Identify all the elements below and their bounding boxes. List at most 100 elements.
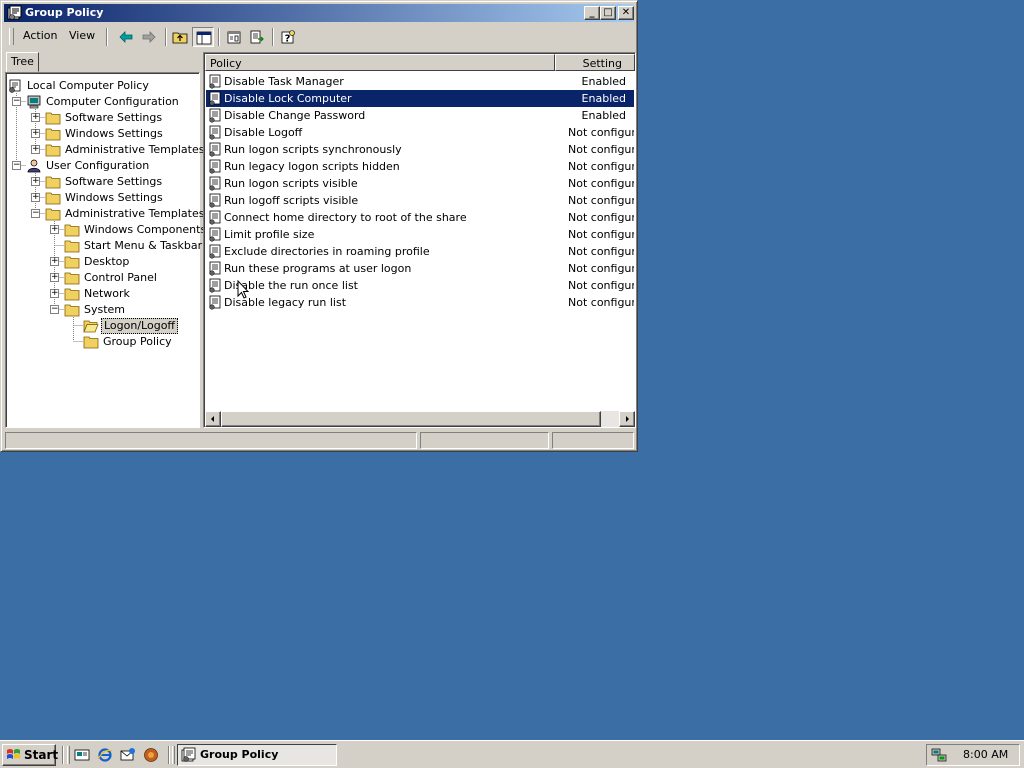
tree-item-system[interactable]: − System (6, 302, 196, 318)
policy-setting-value: Not configured (568, 296, 634, 309)
help-icon: ? (281, 30, 295, 45)
tree-item-group-policy[interactable]: Group Policy (6, 334, 196, 350)
tree-item-uc-windows-settings[interactable]: + Windows Settings (6, 190, 196, 206)
group-policy-icon (181, 747, 196, 762)
expand-toggle[interactable]: + (50, 289, 59, 298)
tree-item-control-panel[interactable]: + Control Panel (6, 270, 196, 286)
policy-row[interactable]: Limit profile size Not configured (206, 226, 634, 243)
collapse-toggle[interactable]: − (50, 305, 59, 314)
policy-setting-value: Enabled (581, 92, 626, 105)
policy-row[interactable]: Run logon scripts visible Not configured (206, 175, 634, 192)
maximize-button[interactable]: □ (600, 6, 616, 20)
group-policy-icon (7, 5, 22, 20)
up-one-level-button[interactable] (169, 27, 191, 47)
expand-toggle[interactable]: + (31, 129, 40, 138)
tree-item-cc-software-settings[interactable]: + Software Settings (6, 110, 196, 126)
group-policy-window: Group Policy _ □ ✕ Action View ? Tree Lo… (0, 0, 638, 452)
tree-item-start-menu-taskbar[interactable]: Start Menu & Taskbar (6, 238, 202, 254)
horizontal-scrollbar[interactable] (205, 411, 635, 427)
policy-row[interactable]: Connect home directory to root of the sh… (206, 209, 634, 226)
quicklaunch-grip[interactable] (67, 746, 70, 764)
left-arrow-icon (211, 416, 214, 422)
toolbar-separator (165, 28, 167, 46)
policy-row[interactable]: Run legacy logon scripts hidden Not confi… (206, 158, 634, 175)
collapse-toggle[interactable]: − (12, 161, 21, 170)
policy-row[interactable]: Run these programs at user logon Not conf… (206, 260, 634, 277)
collapse-toggle[interactable]: − (31, 209, 40, 218)
policy-setting-value: Enabled (581, 75, 626, 88)
policy-row[interactable]: Exclude directories in roaming profile No… (206, 243, 634, 260)
policy-row[interactable]: Run logoff scripts visible Not configured (206, 192, 634, 209)
tree-item-cc-administrative-templates[interactable]: + Administrative Templates (6, 142, 205, 158)
policy-row[interactable]: Disable Change Password Enabled (206, 107, 634, 124)
policy-row[interactable]: Disable Logoff Not configured (206, 124, 634, 141)
tree-item-cc-windows-settings[interactable]: + Windows Settings (6, 126, 196, 142)
taskbar-separator (168, 746, 170, 764)
policy-name: Run logon scripts synchronously (224, 143, 402, 156)
expand-toggle[interactable]: + (31, 177, 40, 186)
tree-item-uc-administrative-templates[interactable]: − Administrative Templates (6, 206, 205, 222)
folder-icon (64, 224, 80, 237)
tree-item-logon-logoff[interactable]: Logon/Logoff (6, 318, 196, 334)
expand-toggle[interactable]: + (31, 113, 40, 122)
minimize-button[interactable]: _ (584, 6, 600, 20)
tree-item-desktop[interactable]: + Desktop (6, 254, 196, 270)
show-hide-tree-button[interactable] (192, 27, 214, 47)
collapse-toggle[interactable]: − (12, 97, 21, 106)
help-button[interactable]: ? (277, 27, 299, 47)
policy-name: Disable Logoff (224, 126, 303, 139)
title-bar[interactable]: Group Policy _ □ ✕ (4, 4, 634, 22)
scroll-left-button[interactable] (205, 411, 221, 427)
policy-row[interactable]: Run logon scripts synchronously Not confi… (206, 141, 634, 158)
policy-row[interactable]: Disable the run once listNot configured (206, 277, 634, 294)
policy-setting-value: Not configured (568, 177, 634, 190)
forward-button[interactable] (138, 27, 160, 47)
policy-scroll-icon (9, 79, 21, 93)
tree-item-windows-components[interactable]: + Windows Components (6, 222, 206, 238)
policy-name: Disable Task Manager (224, 75, 344, 88)
policy-name: Connect home directory to root of the sh… (224, 211, 467, 224)
outlook-express-icon[interactable] (120, 747, 136, 763)
taskbar-grip[interactable] (172, 746, 175, 764)
tree-item-computer-configuration[interactable]: − Computer Configuration (6, 94, 196, 110)
media-player-icon[interactable] (143, 747, 159, 763)
task-button-group-policy[interactable]: Group Policy (177, 744, 337, 766)
folder-icon (64, 272, 80, 285)
tree-label-selected: Logon/Logoff (101, 318, 179, 334)
policy-name: Limit profile size (224, 228, 315, 241)
tree-item-network[interactable]: + Network (6, 286, 196, 302)
policy-row[interactable]: Disable Task Manager Enabled (206, 73, 634, 90)
user-icon (27, 159, 41, 173)
close-button[interactable]: ✕ (618, 6, 634, 20)
export-list-button[interactable] (246, 27, 268, 47)
toolbar-grip[interactable] (9, 28, 14, 45)
back-button[interactable] (115, 27, 137, 47)
policy-setting-value: Not configured (568, 194, 634, 207)
expand-toggle[interactable]: + (31, 193, 40, 202)
tree-item-local-computer-policy[interactable]: Local Computer Policy (6, 78, 196, 94)
column-header-policy[interactable]: Policy (205, 54, 555, 71)
menu-action[interactable]: Action (23, 29, 57, 42)
policy-row[interactable]: Disable legacy run listNot configured (206, 294, 634, 311)
clock[interactable]: 8:00 AM (963, 748, 1008, 761)
network-connection-icon[interactable] (931, 747, 947, 763)
expand-toggle[interactable]: + (31, 145, 40, 154)
column-header-setting[interactable]: Setting (555, 54, 635, 71)
properties-button[interactable] (223, 27, 245, 47)
internet-explorer-icon[interactable] (97, 747, 113, 763)
show-desktop-icon[interactable] (74, 747, 90, 763)
expand-toggle[interactable]: + (50, 225, 59, 234)
tab-tree[interactable]: Tree (6, 52, 39, 72)
expand-toggle[interactable]: + (50, 273, 59, 282)
scroll-thumb[interactable] (221, 411, 601, 427)
expand-toggle[interactable]: + (50, 257, 59, 266)
menu-view[interactable]: View (69, 29, 95, 42)
tree-item-user-configuration[interactable]: − User Configuration (6, 158, 196, 174)
policy-setting-value: Not configured (568, 228, 634, 241)
menu-toolbar: Action View ? (5, 25, 633, 47)
policy-row[interactable]: Disable Lock Computer Enabled (206, 90, 634, 107)
tree-item-uc-software-settings[interactable]: + Software Settings (6, 174, 196, 190)
start-button[interactable]: Start (2, 744, 58, 766)
policy-setting-value: Enabled (581, 109, 626, 122)
scroll-right-button[interactable] (619, 411, 635, 427)
